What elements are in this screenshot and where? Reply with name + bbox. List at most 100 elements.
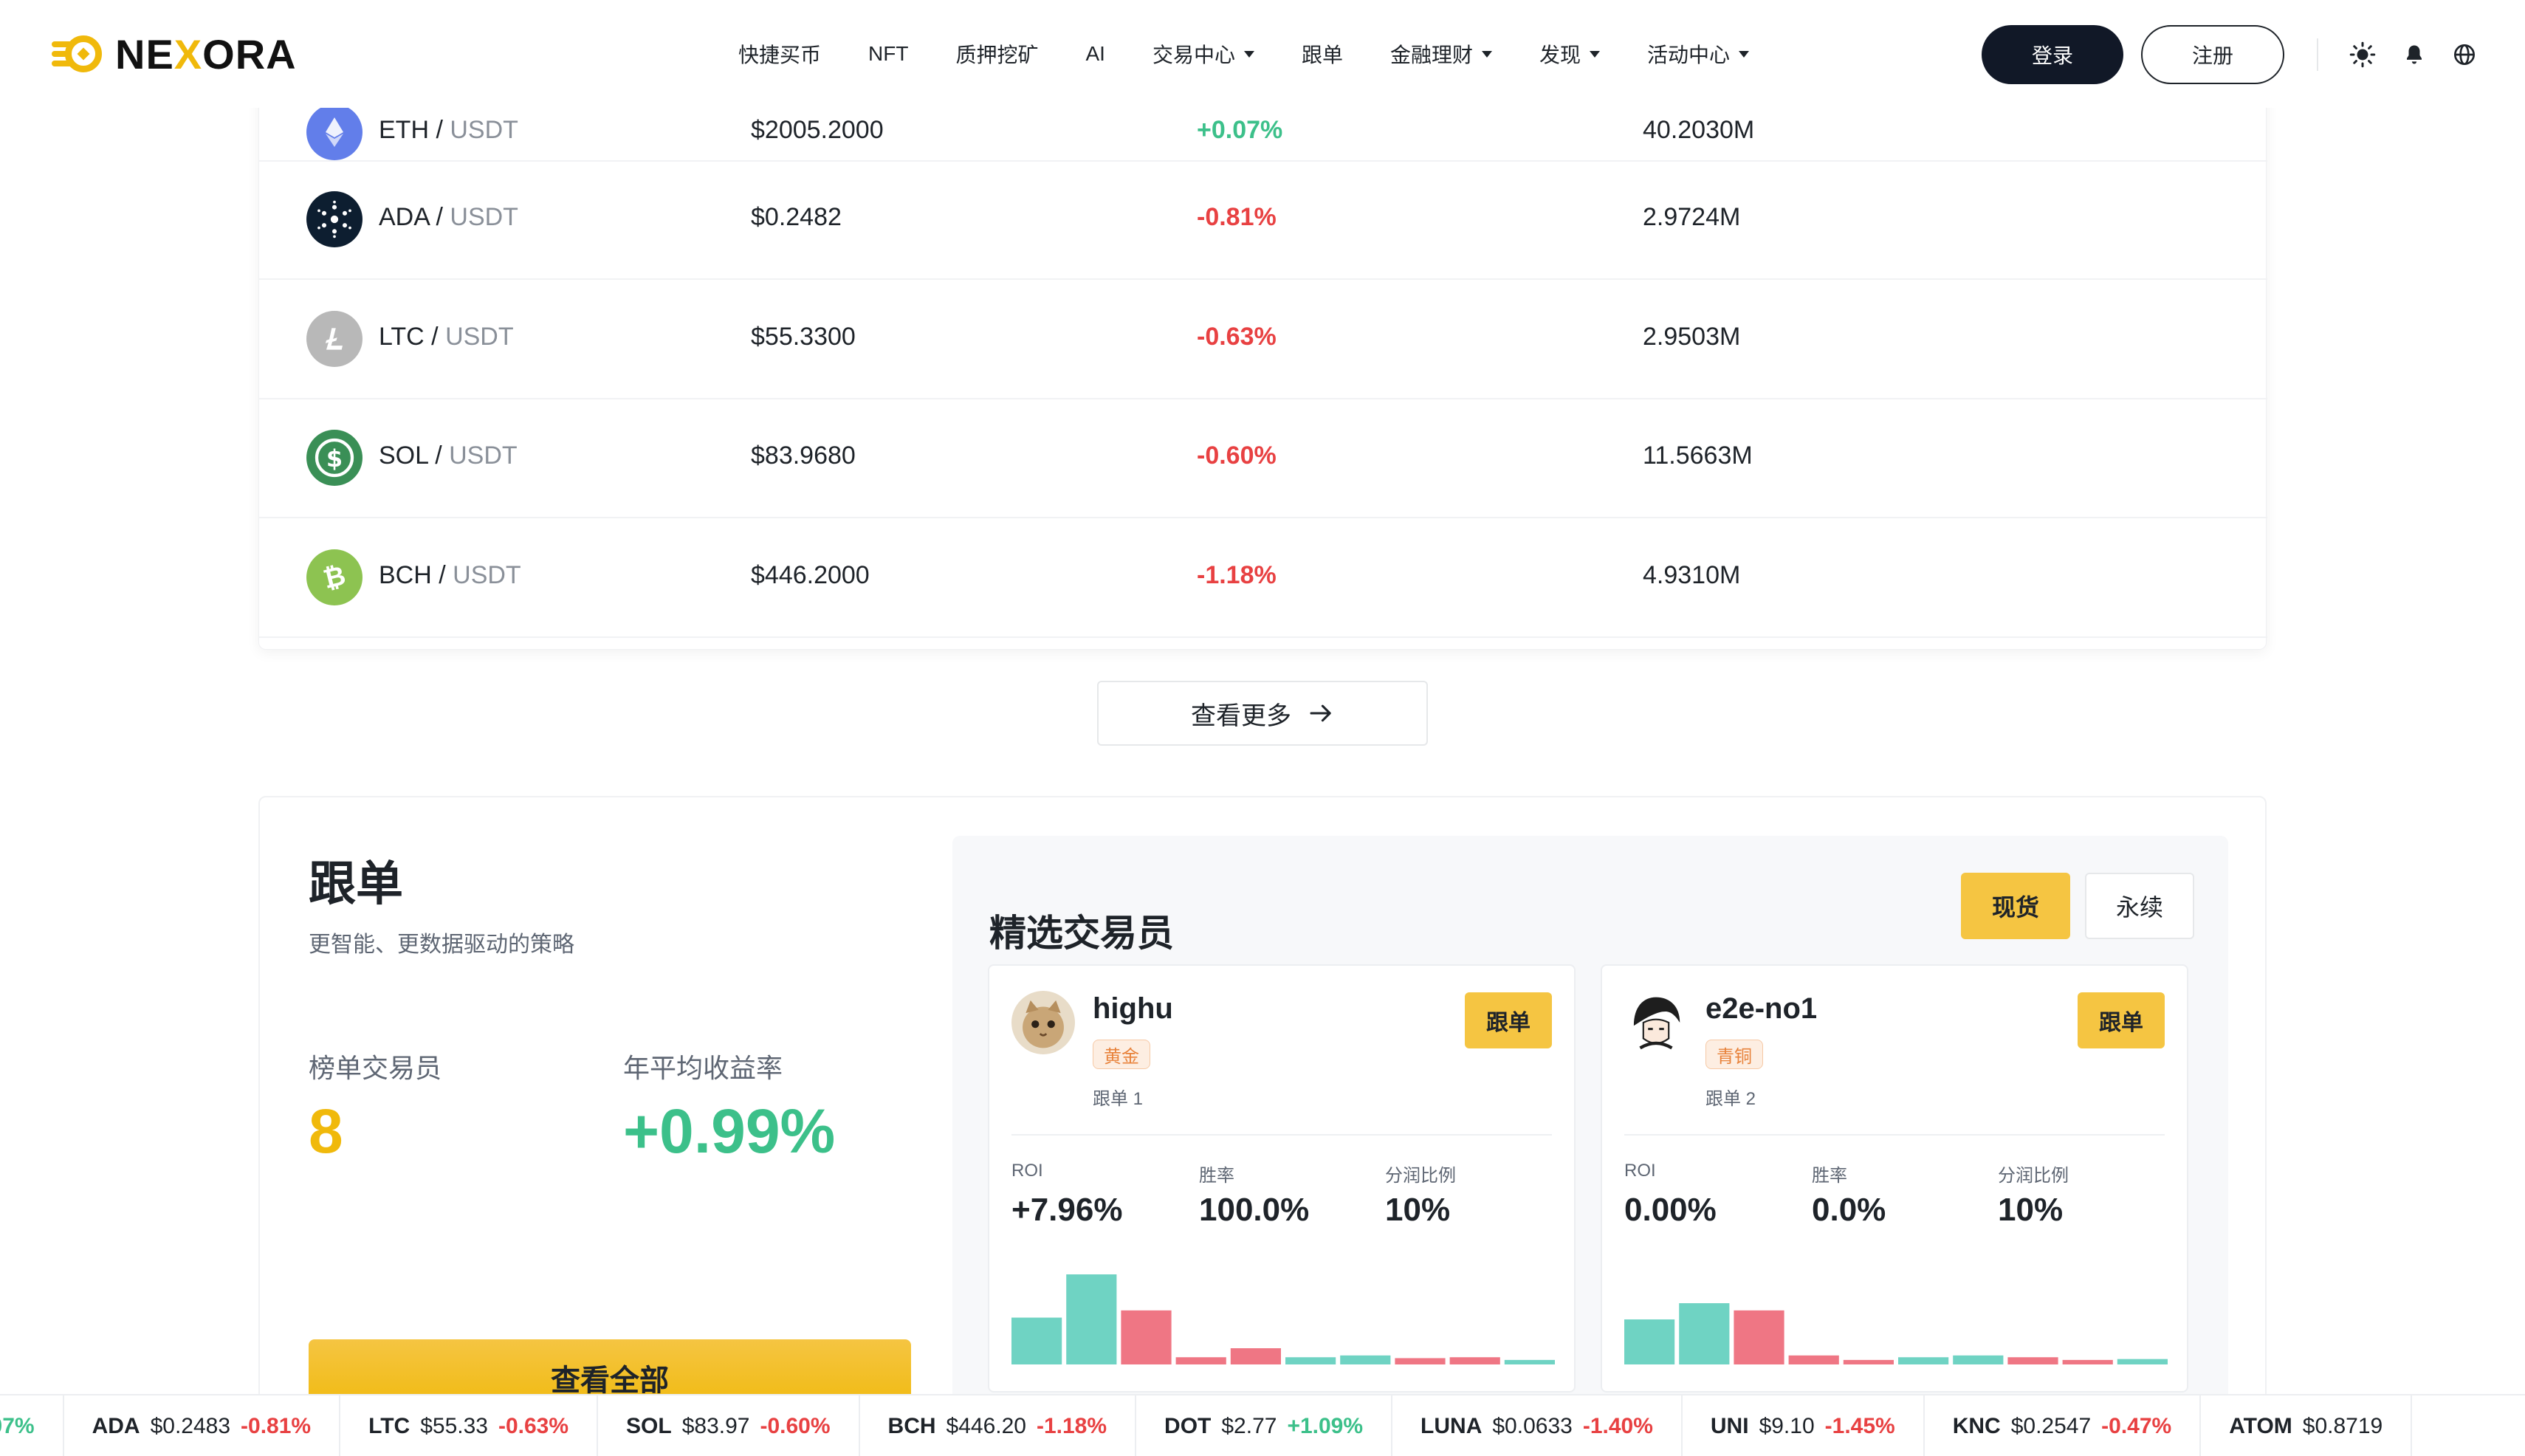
nav-item-5[interactable]: 跟单 <box>1302 39 1343 69</box>
pnl-bar <box>1175 1357 1226 1364</box>
copy-trading-title: 跟单 <box>309 857 403 910</box>
price-value: $446.2000 <box>751 560 870 589</box>
change-value: -1.18% <box>1197 560 1277 589</box>
top-header: NEXORA 快捷买币 NFT 质押挖矿 AI 交易中心 跟单 金融理财 发现 活动中心 登录 … <box>0 0 2525 108</box>
ticker-symbol: UNI <box>1710 1414 1749 1438</box>
ranked-traders-value: 8 <box>309 1096 343 1166</box>
pnl-bar <box>1624 1319 1675 1364</box>
copy-trading-subtitle: 更智能、更数据驱动的策略 <box>309 933 574 957</box>
sol-icon: $ <box>306 430 363 486</box>
register-button[interactable]: 注册 <box>2141 25 2284 84</box>
ticker-price: $0.2483 <box>150 1414 231 1438</box>
caret-down-icon <box>1739 50 1750 58</box>
ticker-change: -0.63% <box>498 1414 569 1438</box>
nav-item-6[interactable]: 金融理财 <box>1390 39 1492 69</box>
logo-text: NEXORA <box>115 30 297 78</box>
avatar <box>1624 991 1688 1054</box>
login-button[interactable]: 登录 <box>1982 25 2123 84</box>
nav-item-8[interactable]: 活动中心 <box>1647 39 1750 69</box>
globe-icon[interactable] <box>2451 41 2478 68</box>
tab-perpetual[interactable]: 永续 <box>2085 873 2194 939</box>
nav-item-2[interactable]: 质押挖矿 <box>955 39 1038 69</box>
ticker-item-knc[interactable]: KNC $0.2547 -0.47% <box>1925 1395 2202 1456</box>
win-rate-label: 胜率 <box>1812 1166 1847 1186</box>
roi-label: ROI <box>1624 1161 1656 1181</box>
market-row-bch[interactable]: ₿ BCH / USDT $446.2000 -1.18% 4.9310M <box>259 520 2267 638</box>
ticker-item-ltc[interactable]: LTC $55.33 -0.63% <box>340 1395 599 1456</box>
nav-item-label: NFT <box>868 42 909 65</box>
ada-icon <box>306 191 363 247</box>
pnl-bar <box>1121 1310 1172 1364</box>
pair-label: LTC / USDT <box>379 322 514 351</box>
tab-spot[interactable]: 现货 <box>1961 873 2070 939</box>
market-row-ada[interactable]: ADA / USDT $0.2482 -0.81% 2.9724M <box>259 162 2267 280</box>
avatar <box>1011 991 1075 1054</box>
win-rate-label: 胜率 <box>1199 1166 1234 1186</box>
nav-item-4[interactable]: 交易中心 <box>1152 39 1254 69</box>
view-more-button[interactable]: 查看更多 <box>1097 681 1428 746</box>
ticker-change: -1.18% <box>1036 1414 1107 1438</box>
pair-label: BCH / USDT <box>379 560 521 589</box>
ticker-symbol: ADA <box>92 1414 140 1438</box>
ticker-item-ada[interactable]: ADA $0.2483 -0.81% <box>64 1395 341 1456</box>
tier-badge: 黄金 <box>1093 1040 1150 1069</box>
ticker-item-atom[interactable]: ATOM $0.8719 <box>2201 1395 2413 1456</box>
volume-value: 2.9503M <box>1643 322 1741 351</box>
sun-icon[interactable] <box>2349 41 2376 68</box>
market-row-ltc[interactable]: LTC / USDT $55.3300 -0.63% 2.9503M <box>259 281 2267 399</box>
pnl-bar <box>1734 1310 1784 1364</box>
nav-item-1[interactable]: NFT <box>868 42 908 66</box>
avg-return-label: 年平均收益率 <box>623 1053 783 1083</box>
market-row-sol[interactable]: $ SOL / USDT $83.9680 -0.60% 11.5663M <box>259 400 2267 518</box>
price-value: $83.9680 <box>751 442 856 470</box>
ticker-item-luna[interactable]: LUNA $0.0633 -1.40% <box>1392 1395 1683 1456</box>
nav-item-label: 跟单 <box>1301 44 1343 66</box>
ticker-item-sol[interactable]: SOL $83.97 -0.60% <box>598 1395 860 1456</box>
ticker-item[interactable]: +0.07% <box>0 1395 64 1456</box>
pnl-bar <box>1340 1355 1391 1364</box>
profit-share-value: 10% <box>1385 1192 1451 1228</box>
card-divider <box>1011 1134 1552 1136</box>
follow-button[interactable]: 跟单 <box>1465 992 1552 1048</box>
follower-count: 跟单 1 <box>1093 1089 1144 1109</box>
nav-item-label: 交易中心 <box>1152 44 1235 66</box>
pnl-bar <box>1230 1348 1281 1364</box>
pnl-bar <box>1504 1359 1555 1364</box>
follow-button[interactable]: 跟单 <box>2078 992 2165 1048</box>
nav-item-0[interactable]: 快捷买币 <box>738 39 821 69</box>
nav-item-3[interactable]: AI <box>1085 42 1105 66</box>
pnl-bar <box>1898 1357 1949 1364</box>
bell-icon[interactable] <box>2401 41 2428 68</box>
ticker-change: +0.07% <box>0 1414 35 1438</box>
ticker-change: -1.45% <box>1824 1414 1895 1438</box>
ticker-change: -0.81% <box>241 1414 312 1438</box>
pnl-bar <box>2062 1359 2113 1364</box>
caret-down-icon <box>1481 50 1492 58</box>
caret-down-icon <box>1243 50 1254 58</box>
arrow-right-icon <box>1310 704 1331 722</box>
nexora-logo[interactable]: NEXORA <box>52 30 297 78</box>
ticker-item-bch[interactable]: BCH $446.20 -1.18% <box>860 1395 1137 1456</box>
price-ticker: +0.07% ADA $0.2483 -0.81% LTC $55.33 -0.63% SOL… <box>0 1394 2525 1456</box>
pnl-bar-chart <box>1624 1303 2168 1364</box>
pnl-bar <box>2117 1359 2168 1364</box>
ticker-change: -0.60% <box>760 1414 831 1438</box>
nav-item-label: 活动中心 <box>1647 44 1731 66</box>
pnl-bar-chart <box>1011 1274 1555 1364</box>
ticker-symbol: LTC <box>368 1414 410 1438</box>
nav-item-label: 金融理财 <box>1389 44 1473 66</box>
profit-share-label: 分润比例 <box>1385 1166 1456 1186</box>
header-divider <box>2317 38 2318 71</box>
svg-text:₿: ₿ <box>320 560 348 595</box>
trader-card-highu[interactable]: highu 黄金 跟单 1 跟单 ROI 胜率 分润比例 +7.96% 100.0% 10% <box>988 964 1576 1393</box>
trader-card-e2e-no1[interactable]: e2e-no1 青铜 跟单 2 跟单 ROI 胜率 分润比例 0.00% 0.0% 10% <box>1601 964 2188 1393</box>
ticker-item-uni[interactable]: UNI $9.10 -1.45% <box>1683 1395 1925 1456</box>
pair-label: SOL / USDT <box>379 442 518 470</box>
ticker-price: $9.10 <box>1759 1414 1815 1438</box>
roi-value: +7.96% <box>1011 1192 1123 1228</box>
ticker-price: $0.2547 <box>2010 1414 2092 1438</box>
ticker-symbol: BCH <box>887 1414 936 1438</box>
ticker-item-dot[interactable]: DOT $2.77 +1.09% <box>1136 1395 1393 1456</box>
ticker-symbol: ATOM <box>2229 1414 2292 1438</box>
nav-item-7[interactable]: 发现 <box>1539 39 1600 69</box>
